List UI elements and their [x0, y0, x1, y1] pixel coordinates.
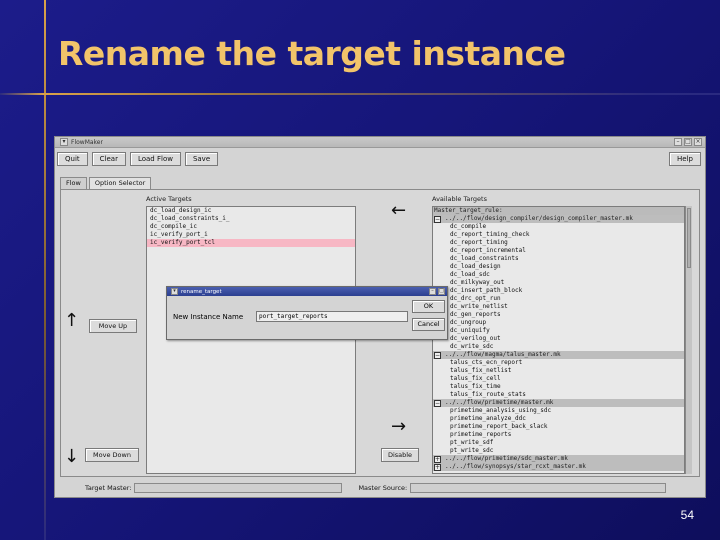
target-group-row[interactable]: − ../../flow/primetime/master.mk — [433, 399, 684, 407]
available-target-item[interactable]: dc_insert_path_block — [433, 287, 684, 295]
quit-button[interactable]: Quit — [57, 152, 88, 166]
collapse-icon[interactable]: − — [434, 399, 441, 407]
tab-bar: Flow Option Selector — [60, 177, 153, 189]
master-target-header: Master_target_rule: — [433, 207, 684, 215]
new-instance-name-input[interactable]: port_target_reports — [256, 311, 408, 322]
target-master-label: Target Master: — [85, 483, 132, 492]
available-target-item[interactable]: dc_uniquify — [433, 327, 684, 335]
collapse-icon[interactable]: − — [434, 215, 441, 223]
window-titlebar: ▾ FlowMaker – □ × — [55, 137, 705, 148]
dialog-menu-icon[interactable]: ▾ — [171, 288, 178, 295]
cancel-button[interactable]: Cancel — [412, 318, 445, 331]
ok-button[interactable]: OK — [412, 300, 445, 313]
target-master-field — [134, 482, 343, 493]
maximize-icon[interactable]: □ — [684, 138, 692, 146]
available-target-item[interactable]: talus_cts_ecn_report — [433, 359, 684, 367]
decorative-horizontal-line — [0, 93, 720, 95]
target-group-row[interactable]: + ../../flow/primetime/sdc_master.mk — [433, 455, 684, 463]
slide-number: 54 — [680, 508, 694, 522]
window-menu-icon[interactable]: ▾ — [60, 138, 68, 146]
dialog-title: rename_target — [181, 288, 222, 295]
new-instance-name-label: New Instance Name — [173, 313, 244, 321]
master-source-field — [410, 482, 667, 493]
status-bar: Target Master: Master Source: — [59, 481, 701, 494]
active-targets-list[interactable]: dc_load_design_ic dc_load_constraints_i_ d… — [146, 206, 356, 474]
window-title: FlowMaker — [71, 138, 103, 146]
help-button[interactable]: Help — [669, 152, 701, 166]
rename-dialog: ▾ rename_target – □ New Instance Name po… — [166, 286, 448, 340]
available-target-item[interactable]: dc_gen_reports — [433, 311, 684, 319]
available-target-item[interactable]: dc_compile — [433, 223, 684, 231]
available-target-item[interactable]: primetime_analyze_ddc — [433, 415, 684, 423]
down-arrow-icon: ↓ — [64, 446, 80, 467]
available-target-item[interactable]: dc_verilog_out — [433, 335, 684, 343]
available-target-item[interactable]: dc_report_timing_check — [433, 231, 684, 239]
active-target-item[interactable]: dc_load_design_ic — [147, 207, 355, 215]
dialog-minimize-icon[interactable]: – — [429, 288, 436, 295]
dialog-close-icon[interactable]: □ — [438, 288, 445, 295]
expand-icon[interactable]: + — [434, 455, 441, 463]
target-group-label: ../../flow/primetime/sdc_master.mk — [445, 455, 568, 462]
slide-title: Rename the target instance — [58, 34, 566, 73]
available-target-item[interactable]: talus_fix_cell — [433, 375, 684, 383]
close-icon[interactable]: × — [694, 138, 702, 146]
menubar: Quit Clear Load Flow Save Help — [57, 151, 703, 167]
available-target-item[interactable]: dc_report_timing — [433, 239, 684, 247]
available-target-item[interactable]: pt_write_sdc — [433, 447, 684, 455]
save-button[interactable]: Save — [184, 152, 219, 166]
up-arrow-icon: ↑ — [64, 310, 80, 331]
active-target-item[interactable]: dc_compile_ic — [147, 223, 355, 231]
target-group-row[interactable]: + ../../flow/synopsys/star_rcxt_master.mk — [433, 463, 684, 471]
available-targets-list[interactable]: Master_target_rule: − ../../flow/design_co… — [432, 206, 685, 474]
available-targets-heading: Available Targets — [432, 195, 487, 203]
minimize-icon[interactable]: – — [674, 138, 682, 146]
collapse-icon[interactable]: − — [434, 351, 441, 359]
dialog-titlebar: ▾ rename_target – □ — [167, 287, 447, 296]
available-target-item[interactable]: primetime_report_back_slack — [433, 423, 684, 431]
active-target-item[interactable]: dc_load_constraints_i_ — [147, 215, 355, 223]
remove-target-arrow-icon[interactable]: → — [391, 416, 406, 437]
target-group-row[interactable]: − ../../flow/design_compiler/design_compi… — [433, 215, 684, 223]
target-group-label: ../../flow/magma/talus_master.mk — [445, 351, 561, 358]
available-target-item[interactable]: primetime_analysis_using_sdc — [433, 407, 684, 415]
available-target-item[interactable]: dc_write_netlist — [433, 303, 684, 311]
available-target-item[interactable]: dc_write_sdc — [433, 343, 684, 351]
available-target-item[interactable]: talus_fix_route_stats — [433, 391, 684, 399]
tab-option-selector[interactable]: Option Selector — [88, 177, 152, 189]
tab-flow[interactable]: Flow — [60, 177, 87, 189]
available-targets-scrollbar[interactable] — [685, 206, 692, 474]
disable-button[interactable]: Disable — [381, 448, 419, 462]
add-target-arrow-icon[interactable]: ← — [391, 200, 406, 221]
available-target-item[interactable]: dc_milkyway_out — [433, 279, 684, 287]
available-target-item[interactable]: talus_fix_time — [433, 383, 684, 391]
master-source-label: Master Source: — [358, 483, 408, 492]
move-up-button[interactable]: Move Up — [89, 319, 137, 333]
available-target-item[interactable]: dc_drc_opt_run — [433, 295, 684, 303]
available-target-item[interactable]: dc_load_design — [433, 263, 684, 271]
available-target-item[interactable]: dc_report_incremental — [433, 247, 684, 255]
expand-icon[interactable]: + — [434, 463, 441, 471]
active-targets-heading: Active Targets — [146, 195, 192, 203]
target-group-row[interactable]: − ../../flow/magma/talus_master.mk — [433, 351, 684, 359]
available-target-item[interactable]: primetime_reports — [433, 431, 684, 439]
target-group-label: ../../flow/design_compiler/design_compil… — [445, 215, 633, 222]
load-flow-button[interactable]: Load Flow — [129, 152, 181, 166]
decorative-vertical-line — [44, 0, 46, 540]
target-group-label: ../../flow/primetime/master.mk — [445, 399, 554, 406]
available-target-item[interactable]: talus_fix_netlist — [433, 367, 684, 375]
scrollbar-thumb[interactable] — [687, 208, 691, 268]
available-target-item[interactable]: dc_ungroup — [433, 319, 684, 327]
available-target-item[interactable]: dc_load_sdc — [433, 271, 684, 279]
target-group-label: ../../flow/synopsys/star_rcxt_master.mk — [445, 463, 586, 470]
move-down-button[interactable]: Move Down — [85, 448, 139, 462]
available-target-item[interactable]: pt_write_sdf — [433, 439, 684, 447]
clear-button[interactable]: Clear — [91, 152, 126, 166]
active-target-item[interactable]: ic_verify_port_tcl — [147, 239, 355, 247]
available-target-item[interactable]: dc_load_constraints — [433, 255, 684, 263]
active-target-item[interactable]: ic_verify_port_i — [147, 231, 355, 239]
